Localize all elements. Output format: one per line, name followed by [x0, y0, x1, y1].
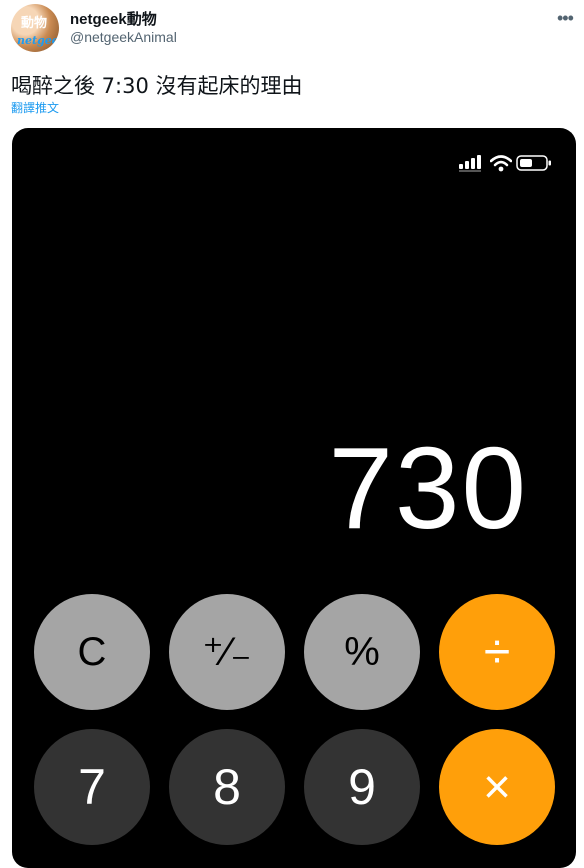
- battery-icon: [516, 155, 551, 171]
- more-options-icon[interactable]: •••: [557, 8, 574, 29]
- display-name[interactable]: netgeek動物: [70, 8, 157, 29]
- multiply-key[interactable]: ×: [439, 729, 555, 845]
- status-bar: [456, 154, 566, 176]
- digit-9-key[interactable]: 9: [304, 729, 420, 845]
- tweet-media-image[interactable]: 730 C ⁺∕₋ % ÷ 7 8 9 ×: [12, 128, 576, 868]
- signal-icon: [459, 155, 481, 172]
- clear-key[interactable]: C: [34, 594, 150, 710]
- avatar-brand: netgeek: [17, 34, 59, 47]
- avatar-text: 動物: [21, 16, 48, 31]
- tweet-text: 喝醉之後 7:30 沒有起床的理由: [11, 74, 303, 98]
- user-handle[interactable]: @netgeekAnimal: [70, 29, 177, 45]
- avatar[interactable]: 動物 netgeek: [11, 4, 59, 52]
- percent-key[interactable]: %: [304, 594, 420, 710]
- plus-minus-key[interactable]: ⁺∕₋: [169, 594, 285, 710]
- divide-key[interactable]: ÷: [439, 594, 555, 710]
- translate-tweet-link[interactable]: 翻譯推文: [11, 99, 59, 116]
- digit-8-key[interactable]: 8: [169, 729, 285, 845]
- calculator-display: 730: [328, 423, 528, 553]
- digit-7-key[interactable]: 7: [34, 729, 150, 845]
- wifi-icon: [490, 155, 512, 172]
